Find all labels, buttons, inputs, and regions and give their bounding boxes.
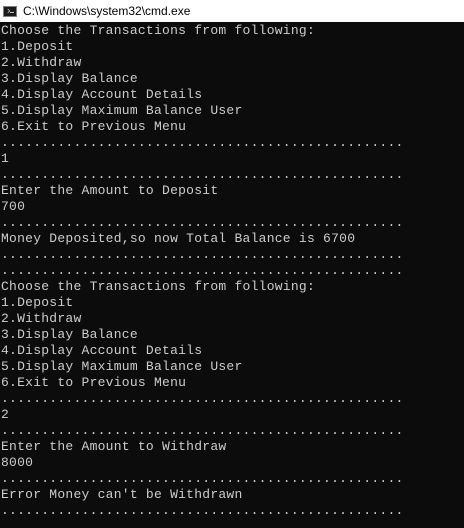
console-separator: ........................................… (1, 215, 404, 230)
console-line: 5.Display Maximum Balance User (1, 103, 243, 118)
console-line: Choose the Transactions from following: (1, 279, 315, 294)
console-input: 1 (1, 151, 10, 166)
title-bar[interactable]: C:\Windows\system32\cmd.exe (0, 0, 464, 22)
console-separator: ........................................… (1, 391, 404, 406)
cmd-icon[interactable] (3, 5, 17, 17)
console-separator: ........................................… (1, 247, 404, 262)
console-line: Enter the Amount to Withdraw (1, 439, 227, 454)
console-separator: ........................................… (1, 471, 404, 486)
console-line: 5.Display Maximum Balance User (1, 359, 243, 374)
console-input: 2 (1, 407, 10, 422)
console-line: Enter the Amount to Deposit (1, 183, 219, 198)
console-line: 1.Deposit (1, 39, 74, 54)
console-output[interactable]: Choose the Transactions from following: … (1, 23, 464, 528)
console-line: 3.Display Balance (1, 327, 138, 342)
console-line: Money Deposited,so now Total Balance is … (1, 231, 356, 246)
console-line: Choose the Transactions from following: (1, 23, 315, 38)
console-line: 6.Exit to Previous Menu (1, 375, 187, 390)
console-line: 6.Exit to Previous Menu (1, 119, 187, 134)
console-separator: ........................................… (1, 423, 404, 438)
console-separator: ........................................… (1, 263, 404, 278)
console-line: 4.Display Account Details (1, 343, 203, 358)
console-input: 8000 (1, 455, 34, 470)
console-line: 1.Deposit (1, 295, 74, 310)
console-line: 2.Withdraw (1, 311, 82, 326)
console-separator: ........................................… (1, 135, 404, 150)
console-line: Error Money can't be Withdrawn (1, 487, 243, 502)
console-input: 700 (1, 199, 26, 214)
console-line: 3.Display Balance (1, 71, 138, 86)
console-line: 2.Withdraw (1, 55, 82, 70)
console-separator: ........................................… (1, 503, 404, 518)
console-separator: ........................................… (1, 167, 404, 182)
window-title: C:\Windows\system32\cmd.exe (23, 4, 191, 18)
console-line: 4.Display Account Details (1, 87, 203, 102)
